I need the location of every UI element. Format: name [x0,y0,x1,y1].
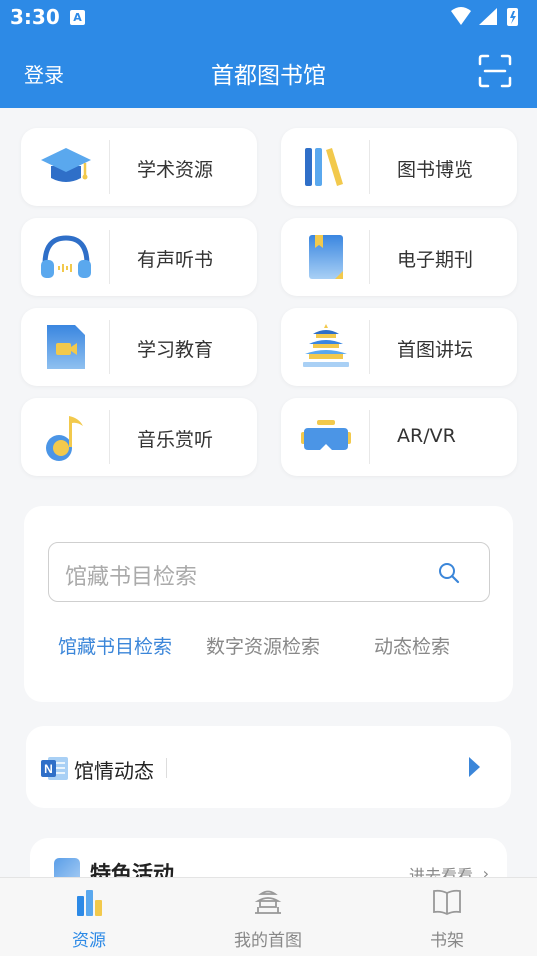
category-label: 学习教育 [137,339,214,361]
category-tile-books[interactable]: 图书博览 [281,128,517,206]
tile-divider [369,230,370,284]
search-placeholder: 馆藏书目检索 [65,565,198,590]
search-icon[interactable] [437,561,461,585]
graduation-cap-icon [41,148,91,182]
category-label: 首图讲坛 [397,339,474,361]
app-header: 登录 首都图书馆 [0,36,537,108]
tab-catalog-search[interactable]: 馆藏书目检索 [58,632,172,659]
news-divider [166,758,167,778]
search-input[interactable]: 馆藏书目检索 [48,542,490,602]
temple-icon [303,324,349,367]
play-arrow-icon[interactable] [467,756,481,778]
tab-bookshelf[interactable]: 书架 [387,886,507,951]
signal-icon [479,8,497,25]
vr-headset-icon [301,420,351,450]
books-icon [305,148,343,186]
category-tile-academic[interactable]: 学术资源 [21,128,257,206]
headphones-icon [41,235,91,278]
category-tile-lecture[interactable]: 首图讲坛 [281,308,517,386]
library-news-card[interactable]: N 馆情动态 [26,726,511,808]
tab-my-library[interactable]: 我的首图 [208,886,328,951]
tile-divider [109,410,110,464]
video-file-icon [47,325,85,369]
category-label: 音乐赏听 [137,429,214,451]
wifi-icon [451,7,471,25]
notification-a-icon: A [70,10,85,25]
resource-bars-icon [77,890,102,916]
tile-divider [369,410,370,464]
tab-label: 资源 [72,931,106,951]
category-label: AR/VR [397,425,456,447]
svg-text:N: N [44,762,53,776]
journal-icon [309,235,343,279]
category-label: 图书博览 [397,159,474,181]
tile-divider [369,320,370,374]
search-card: 馆藏书目检索 馆藏书目检索 数字资源检索 动态检索 [24,506,513,702]
category-label: 电子期刊 [397,249,474,271]
category-tile-arvr[interactable]: AR/VR [281,398,517,476]
category-tile-audiobook[interactable]: 有声听书 [21,218,257,296]
scan-icon[interactable] [477,53,513,89]
tile-divider [109,320,110,374]
tile-divider [369,140,370,194]
tab-resources[interactable]: 资源 [29,886,149,951]
tile-divider [109,140,110,194]
category-tile-ejournal[interactable]: 电子期刊 [281,218,517,296]
music-note-icon [46,416,83,461]
status-time: 3:30 [10,5,60,29]
tile-divider [109,230,110,284]
tab-news-search[interactable]: 动态检索 [374,632,450,659]
category-label: 学术资源 [137,159,214,181]
page-title: 首都图书馆 [211,63,326,89]
category-tile-music[interactable]: 音乐赏听 [21,398,257,476]
temple-outline-icon [254,890,282,914]
tab-label: 我的首图 [234,931,302,951]
tab-label: 书架 [430,931,464,951]
news-icon: N [41,757,68,780]
system-status-icons [451,7,518,26]
news-label: 馆情动态 [74,759,154,783]
open-book-icon [433,889,461,916]
category-tile-education[interactable]: 学习教育 [21,308,257,386]
category-label: 有声听书 [137,249,214,271]
status-bar: 3:30 A [0,0,537,36]
tab-digital-resource-search[interactable]: 数字资源检索 [206,632,320,659]
bottom-tab-bar: 资源 我的首图 书架 [0,877,537,956]
